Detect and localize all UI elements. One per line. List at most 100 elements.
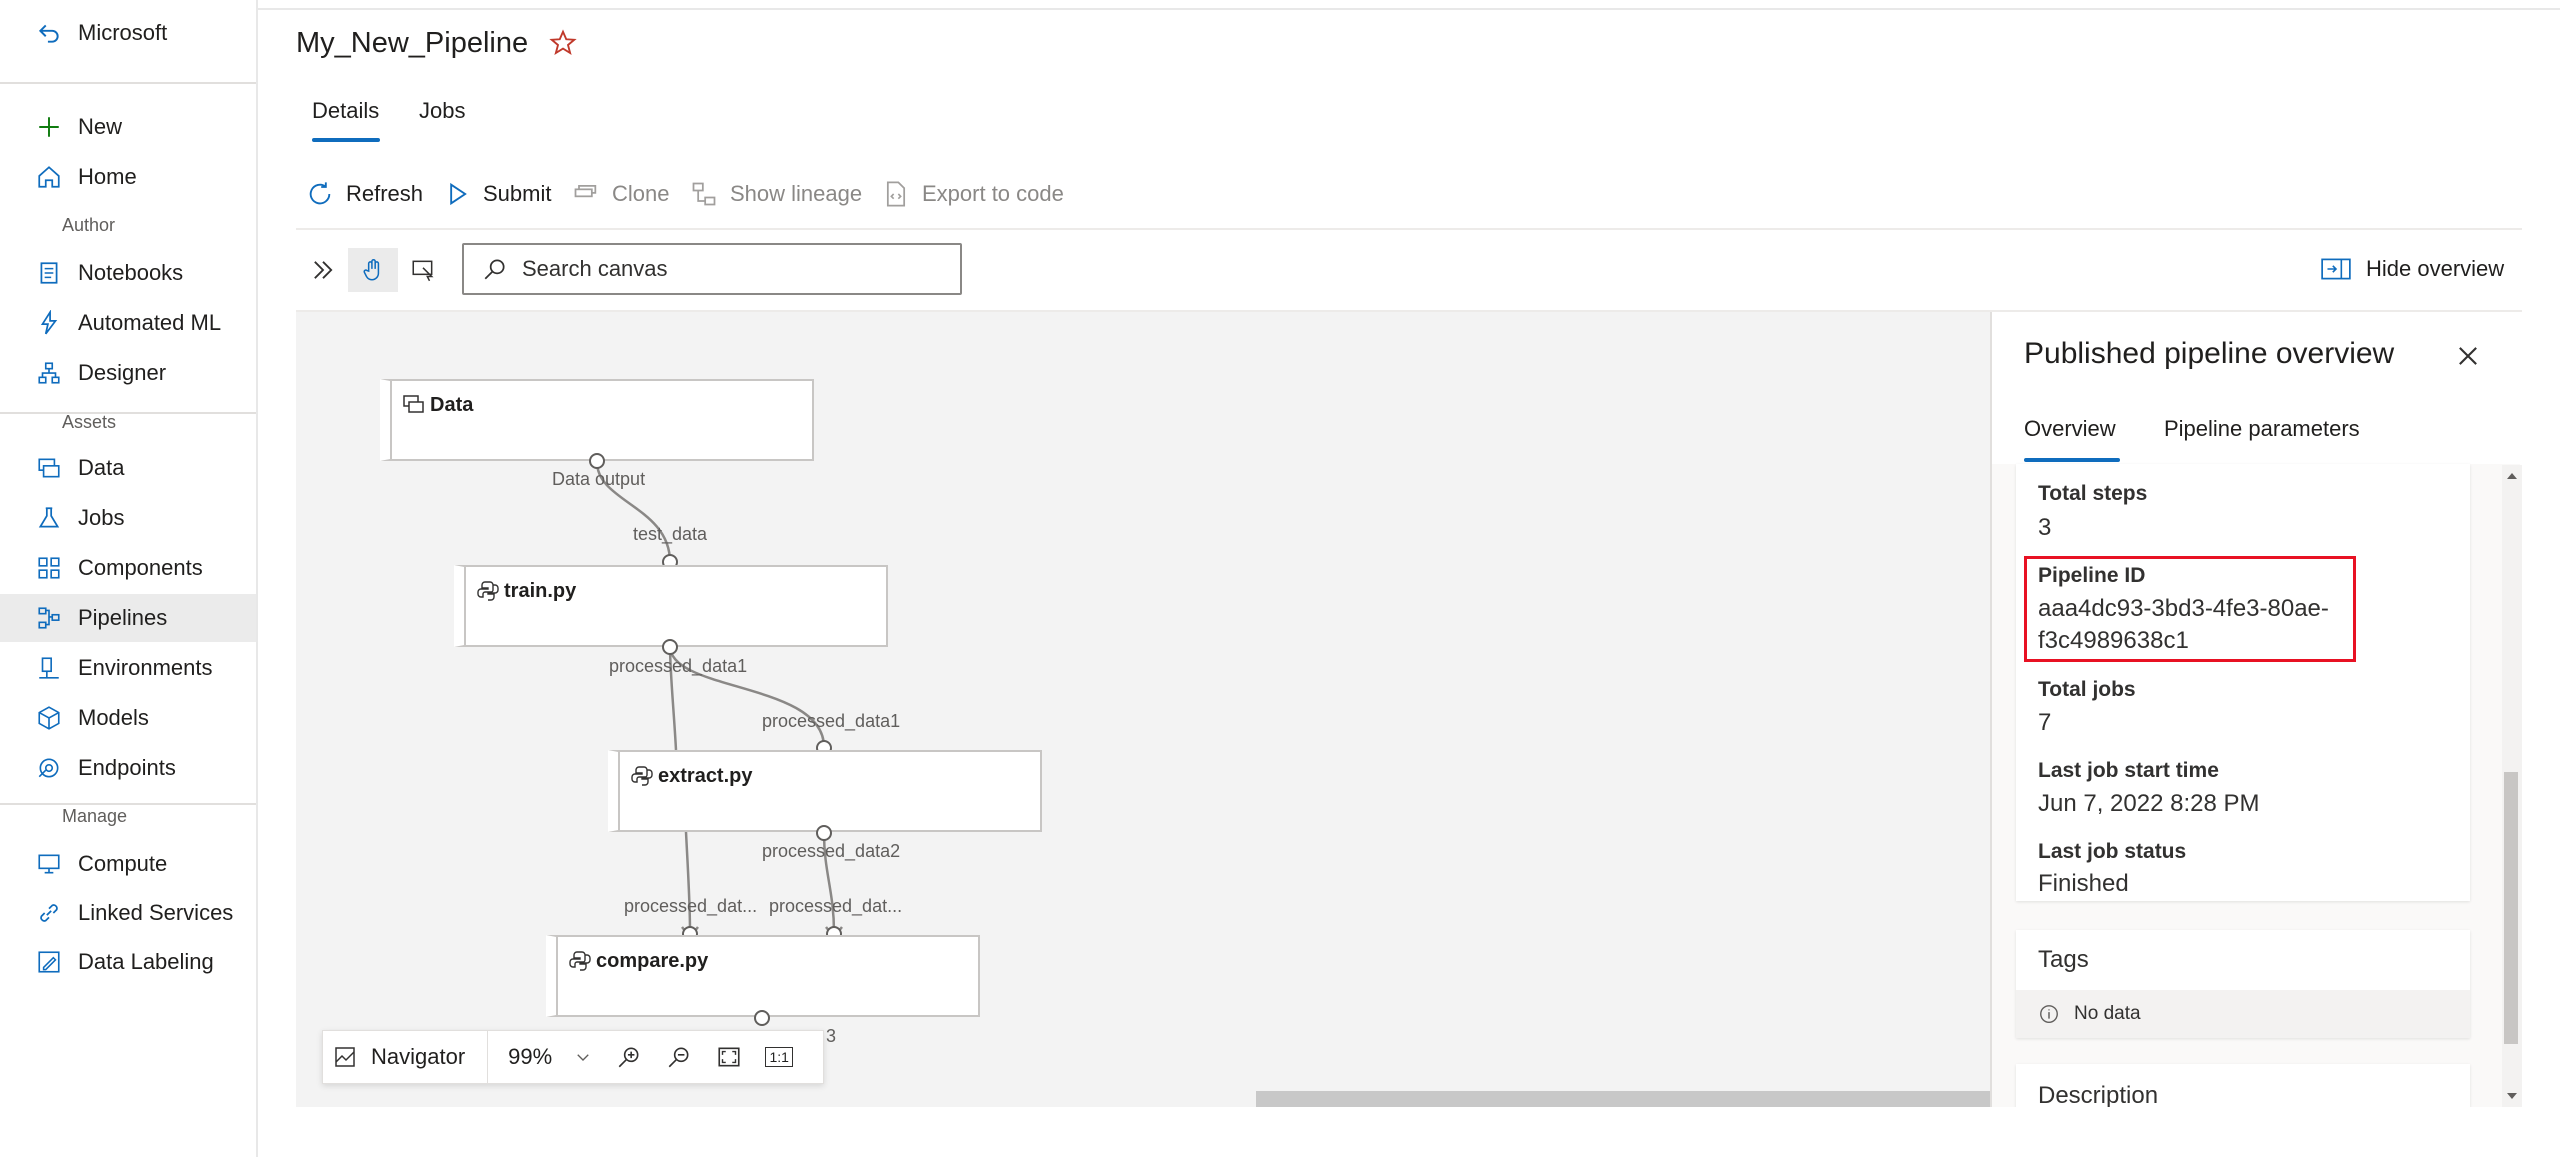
cube-icon xyxy=(36,705,62,731)
sidebar-item-designer[interactable]: Designer xyxy=(0,349,256,397)
left-nav: Microsoft New Home Author Notebooks Auto… xyxy=(0,0,258,1157)
output-port[interactable] xyxy=(754,1010,770,1026)
show-lineage-button[interactable]: Show lineage xyxy=(690,178,862,210)
actual-size-button[interactable]: 1:1 xyxy=(754,1030,804,1084)
panel-scrollbar-thumb[interactable] xyxy=(2504,772,2518,1044)
sidebar-item-linked-services[interactable]: Linked Services xyxy=(0,889,256,937)
endpoint-icon xyxy=(36,755,62,781)
port-label: processed_dat... xyxy=(624,896,758,916)
submit-button[interactable]: Submit xyxy=(443,178,551,210)
tab-pipeline-parameters[interactable]: Pipeline parameters xyxy=(2164,416,2360,442)
port-label: processed_dat... xyxy=(769,896,903,916)
zoom-dropdown[interactable]: 99% xyxy=(488,1030,604,1084)
output-port[interactable] xyxy=(589,453,605,469)
sidebar-item-data-labeling[interactable]: Data Labeling xyxy=(0,938,256,986)
python-icon xyxy=(631,766,653,786)
tags-card: Tags No data xyxy=(2016,930,2470,1038)
port-label: processed_data1 xyxy=(762,711,901,731)
sidebar-item-new[interactable]: New xyxy=(0,103,256,151)
sidebar-item-components[interactable]: Components xyxy=(0,544,256,592)
fit-to-screen-icon[interactable] xyxy=(704,1030,754,1084)
chevron-down-icon xyxy=(577,1054,589,1061)
active-tab-indicator xyxy=(312,138,380,142)
pipeline-id-highlight xyxy=(2024,556,2356,662)
favorite-star-icon[interactable] xyxy=(548,28,578,58)
sidebar-item-home[interactable]: Home xyxy=(0,153,256,201)
section-author: Author xyxy=(62,215,116,235)
close-icon[interactable] xyxy=(2454,342,2484,372)
node-title: train.py xyxy=(504,580,577,602)
sidebar-item-label: Components xyxy=(78,555,203,580)
show-lineage-label: Show lineage xyxy=(730,181,863,206)
sidebar-item-compute[interactable]: Compute xyxy=(0,840,256,888)
header-divider xyxy=(258,8,2560,10)
scroll-down-arrow-icon[interactable] xyxy=(2505,1090,2519,1102)
expand-chevron-icon[interactable] xyxy=(298,248,348,292)
zoom-in-icon[interactable] xyxy=(604,1030,654,1084)
pipeline-canvas[interactable]: Data Data output test_data train.py proc… xyxy=(296,312,1990,1107)
sidebar-item-models[interactable]: Models xyxy=(0,694,256,742)
designer-icon xyxy=(36,360,62,386)
zoom-value: 99% xyxy=(508,1044,553,1069)
python-icon xyxy=(569,951,591,971)
flask-icon xyxy=(36,505,62,531)
tab-overview[interactable]: Overview xyxy=(2024,416,2116,442)
info-icon xyxy=(2040,1005,2058,1023)
tab-details[interactable]: Details xyxy=(312,98,379,124)
zoom-out-icon[interactable] xyxy=(654,1030,704,1084)
clone-button[interactable]: Clone xyxy=(572,178,669,210)
labeling-icon xyxy=(36,949,62,975)
sidebar-item-microsoft[interactable]: Microsoft xyxy=(0,9,256,57)
graph-node-compare[interactable]: compare.py xyxy=(546,935,980,1017)
pipeline-overview-panel: Published pipeline overview Overview Pip… xyxy=(1990,312,2520,1107)
search-placeholder: Search canvas xyxy=(522,256,668,281)
tags-title: Tags xyxy=(2038,946,2089,973)
sidebar-item-label: Notebooks xyxy=(78,260,184,285)
tags-empty-text: No data xyxy=(2074,1003,2141,1024)
export-to-code-button[interactable]: Export to code xyxy=(882,178,1064,210)
port-label: processed_data1 xyxy=(609,656,748,676)
canvas-horizontal-scrollbar[interactable] xyxy=(1256,1091,1990,1107)
sidebar-item-automated-ml[interactable]: Automated ML xyxy=(0,299,256,347)
graph-node-extract[interactable]: extract.py xyxy=(608,750,1042,832)
navigator-label: Navigator xyxy=(371,1044,466,1069)
last-job-status-value: Finished xyxy=(2038,870,2129,897)
edge-extract-compare-1 xyxy=(684,831,692,933)
total-steps-value: 3 xyxy=(2038,514,2052,541)
navigator-button[interactable]: Navigator xyxy=(323,1030,487,1084)
select-pointer-icon[interactable] xyxy=(398,248,448,292)
output-port[interactable] xyxy=(816,825,832,841)
port-label: processed_data2 xyxy=(762,841,901,861)
output-port[interactable] xyxy=(662,639,678,655)
overview-details-card: Total steps 3 Pipeline ID aaa4dc93-3bd3-… xyxy=(2016,464,2470,901)
sidebar-item-data[interactable]: Data xyxy=(0,444,256,492)
navigator-icon xyxy=(335,1047,355,1067)
home-icon xyxy=(36,164,62,190)
export-label: Export to code xyxy=(922,181,1064,206)
sidebar-item-label: Pipelines xyxy=(78,605,168,630)
sidebar-item-notebooks[interactable]: Notebooks xyxy=(0,249,256,297)
hide-overview-label: Hide overview xyxy=(2366,256,2505,281)
play-icon xyxy=(450,182,467,206)
sidebar-item-pipelines[interactable]: Pipelines xyxy=(0,594,256,642)
pan-hand-icon[interactable] xyxy=(348,248,398,292)
clone-label: Clone xyxy=(612,181,670,206)
graph-node-train[interactable]: train.py xyxy=(454,565,888,647)
refresh-button[interactable]: Refresh xyxy=(306,178,423,210)
compute-icon xyxy=(36,851,62,877)
sidebar-item-environments[interactable]: Environments xyxy=(0,644,256,692)
search-canvas-input[interactable]: Search canvas xyxy=(462,243,962,295)
last-job-start-value: Jun 7, 2022 8:28 PM xyxy=(2038,790,2260,817)
export-code-icon xyxy=(886,181,906,207)
sidebar-item-jobs[interactable]: Jobs xyxy=(0,494,256,542)
sidebar-item-label: Data Labeling xyxy=(78,949,214,974)
sidebar-item-endpoints[interactable]: Endpoints xyxy=(0,744,256,792)
navigator-toolbar: Navigator 99% 1:1 xyxy=(322,1030,824,1084)
graph-node-data[interactable]: Data xyxy=(380,379,814,461)
active-tab-indicator xyxy=(2024,458,2120,462)
hide-overview-button[interactable]: Hide overview xyxy=(2320,256,2504,282)
scroll-up-arrow-icon[interactable] xyxy=(2505,470,2519,482)
sidebar-item-label: Environments xyxy=(78,655,213,680)
section-manage: Manage xyxy=(62,806,128,826)
tab-jobs[interactable]: Jobs xyxy=(419,98,465,124)
